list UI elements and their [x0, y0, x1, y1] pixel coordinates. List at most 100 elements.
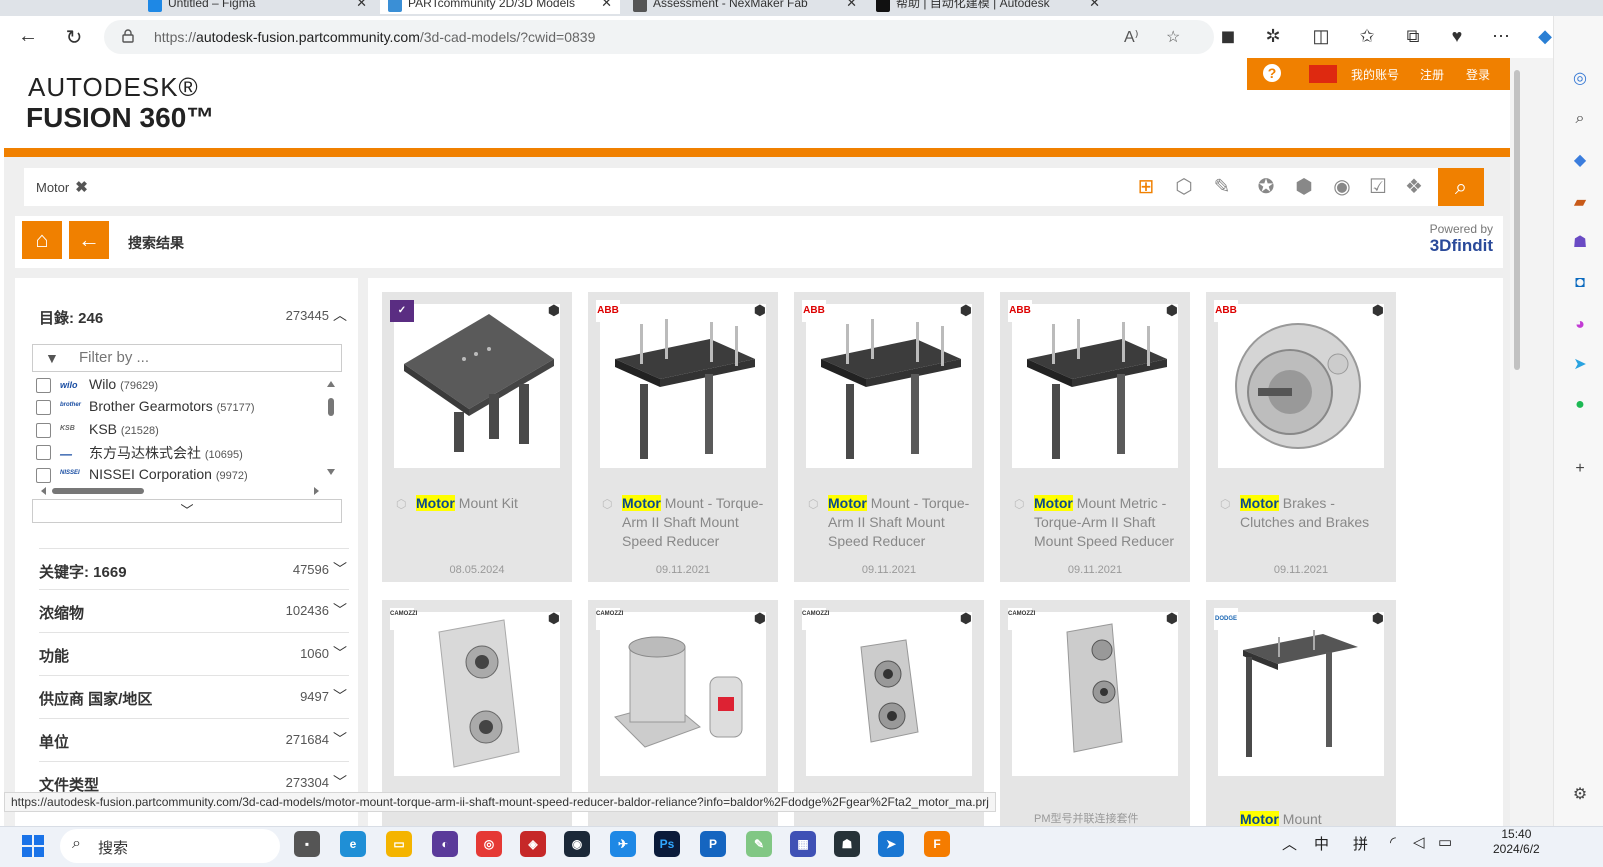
remove-chip-icon[interactable]: ✖	[75, 179, 88, 196]
result-title[interactable]: ⬡ Motor Mount Kit	[396, 494, 566, 513]
3d-view-icon[interactable]: ⬢	[754, 610, 766, 627]
reload-icon[interactable]: ↻	[62, 25, 86, 50]
chevron-down-icon[interactable]: ﹀	[333, 772, 347, 792]
3d-view-icon[interactable]: ⬢	[1372, 302, 1384, 319]
3d-view-icon[interactable]: ⬢	[1166, 302, 1178, 319]
3d-view-icon[interactable]: ⬢	[960, 302, 972, 319]
part-thumbnail[interactable]	[806, 612, 972, 776]
extension-icon[interactable]: ◼	[1215, 26, 1241, 47]
checklist-icon[interactable]: ☑	[1364, 174, 1392, 200]
edge-icon[interactable]: e	[340, 831, 366, 857]
list-horizontal-scrollbar[interactable]	[40, 486, 320, 496]
3d-view-icon[interactable]: ⬢	[754, 302, 766, 319]
powered-by[interactable]: Powered by 3Dfindit	[1430, 222, 1493, 256]
app-icon[interactable]: P	[700, 831, 726, 857]
result-title[interactable]: ⬡ Motor Mount - Torque-Arm II Shaft Mount…	[808, 494, 978, 551]
3d-view-icon[interactable]: ⬢	[960, 610, 972, 627]
result-card[interactable]: ABB ⬢ ⬡ Motor Mount - Torque-Arm II Shaft…	[794, 292, 984, 582]
app-icon[interactable]: ➤	[878, 831, 904, 857]
home-button[interactable]: ⌂	[22, 221, 62, 259]
copilot-side-icon[interactable]: ◎	[1569, 68, 1591, 90]
ime-input[interactable]: 拼	[1353, 833, 1368, 854]
result-title[interactable]: Motor Mount	[1240, 810, 1390, 826]
toolbox-icon[interactable]: ▰	[1569, 192, 1591, 214]
my-account-link[interactable]: 我的账号	[1351, 66, 1399, 83]
chevron-down-icon[interactable]: ﹀	[333, 559, 347, 579]
chevron-down-icon[interactable]: ﹀	[333, 643, 347, 663]
part-thumbnail[interactable]	[1012, 612, 1178, 776]
speaker-icon[interactable]: ◁	[1413, 833, 1425, 851]
clock[interactable]: 15:40 2024/6/2	[1493, 827, 1540, 857]
app-icon[interactable]: ◐	[432, 831, 458, 857]
expand-list-button[interactable]: ﹀	[32, 499, 342, 523]
result-card[interactable]: CAMOZZI ⬢ PM型号并联连接套件	[1000, 600, 1190, 826]
close-icon[interactable]: ✕	[601, 0, 612, 12]
filter-catalog-header[interactable]: 目錄: 246 273445 ︿	[39, 295, 349, 335]
chevron-up-icon[interactable]: ︿	[1282, 833, 1297, 854]
browser-tab-3[interactable]: Assessment - NexMaker Fab ✕	[625, 0, 865, 14]
taskbar-search[interactable]: ⌕ 搜索	[60, 829, 280, 863]
filter-unit-header[interactable]: 单位 271684 ﹀	[39, 719, 349, 762]
more-icon[interactable]: ⋯	[1488, 26, 1514, 47]
url-field[interactable]: https://autodesk-fusion.partcommunity.co…	[104, 20, 1214, 54]
spotify-icon[interactable]: ●	[1569, 394, 1591, 416]
part-thumbnail[interactable]	[1218, 612, 1384, 776]
filter-keyword-header[interactable]: 关键字: 1669 47596 ﹀	[39, 548, 349, 590]
read-aloud-icon[interactable]: A⁾	[1124, 27, 1139, 47]
part-thumbnail[interactable]	[806, 304, 972, 468]
back-button[interactable]: ←	[69, 221, 109, 259]
search-button[interactable]: ⌕	[1438, 168, 1484, 206]
result-card[interactable]: ABB ⬢ ⬡ Motor Brakes - Clutches and Brake…	[1206, 292, 1396, 582]
result-title[interactable]: PM型号并联连接套件	[1034, 810, 1184, 826]
app-icon[interactable]: ◈	[520, 831, 546, 857]
filter-input[interactable]	[79, 349, 319, 366]
filter-concentrate-header[interactable]: 浓缩物 102436 ﹀	[39, 590, 349, 633]
tag-icon[interactable]: ◆	[1569, 150, 1591, 172]
puzzle-icon[interactable]: ✲	[1260, 26, 1286, 47]
scrollbar-thumb[interactable]	[1514, 70, 1520, 370]
result-card[interactable]: ✓ ⬢ ⬡ Motor Mount Kit 08.05.2024	[382, 292, 572, 582]
photoshop-icon[interactable]: Ps	[654, 831, 680, 857]
list-vertical-scrollbar[interactable]	[326, 378, 336, 478]
checkbox[interactable]	[36, 423, 51, 438]
part-thumbnail[interactable]	[394, 612, 560, 776]
pencil-icon[interactable]: ✎	[1208, 174, 1236, 200]
chevron-down-icon[interactable]: ﹀	[333, 600, 347, 620]
favorite-star-icon[interactable]: ☆	[1166, 27, 1180, 47]
tags-icon[interactable]: ⬢	[1290, 174, 1318, 200]
outlook-icon[interactable]: ◘	[1569, 272, 1591, 294]
result-title[interactable]: ⬡ Motor Brakes - Clutches and Brakes	[1220, 494, 1390, 532]
ime-mode[interactable]: 中	[1314, 833, 1329, 854]
checkbox[interactable]	[36, 468, 51, 483]
filter-country-header[interactable]: 供应商 国家/地区 9497 ﹀	[39, 676, 349, 719]
checkbox[interactable]	[36, 400, 51, 415]
browser-tab-1[interactable]: Untitled – Figma ✕	[140, 0, 375, 14]
filter-function-header[interactable]: 功能 1060 ﹀	[39, 633, 349, 676]
page-scrollbar[interactable]	[1510, 58, 1524, 826]
login-link[interactable]: 登录	[1466, 66, 1490, 83]
file-explorer-icon[interactable]: ▭	[386, 831, 412, 857]
help-icon[interactable]: ?	[1263, 64, 1281, 82]
close-icon[interactable]: ✕	[1089, 0, 1100, 12]
people-icon[interactable]: ☗	[1569, 232, 1591, 254]
collections-icon[interactable]: ⧉	[1400, 26, 1426, 47]
part-thumbnail[interactable]	[600, 304, 766, 468]
telegram-icon[interactable]: ➤	[1569, 354, 1591, 376]
chevron-up-icon[interactable]: ︿	[333, 305, 347, 325]
hierarchy-icon[interactable]: ⊞	[1132, 174, 1160, 200]
search-icon[interactable]: ⌕	[1569, 108, 1591, 130]
fusion-logo[interactable]: FUSION 360™	[26, 102, 214, 134]
search-bar[interactable]: Motor ✖ ⊞ ⬡ ✎ ✪ ⬢ ◉ ☑ ❖ ⌕	[24, 168, 1484, 206]
register-link[interactable]: 注册	[1420, 66, 1444, 83]
browser-tab-4[interactable]: 帮助 | 自动化建模 | Autodesk ✕	[868, 0, 1108, 14]
settings-gear-icon[interactable]: ⚙	[1569, 784, 1591, 806]
close-icon[interactable]: ✕	[356, 0, 367, 12]
part-thumbnail[interactable]	[1218, 304, 1384, 468]
result-card[interactable]: DODGE ⬢ Motor Mount	[1206, 600, 1396, 826]
globe-icon[interactable]: ◉	[1328, 174, 1356, 200]
close-icon[interactable]: ✕	[846, 0, 857, 12]
result-card[interactable]: ABB ⬢ ⬡ Motor Mount Metric - Torque-Arm I…	[1000, 292, 1190, 582]
part-thumbnail[interactable]	[394, 304, 560, 468]
chevron-down-icon[interactable]: ﹀	[333, 686, 347, 706]
grid-icon[interactable]: ❖	[1400, 174, 1428, 200]
